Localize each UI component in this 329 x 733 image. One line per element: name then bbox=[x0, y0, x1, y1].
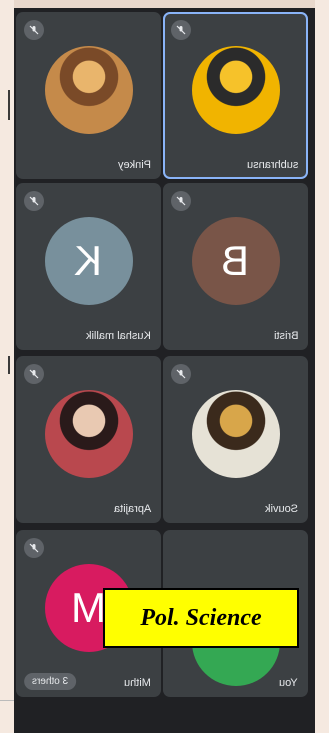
participant-avatar bbox=[191, 390, 280, 478]
participant-tile[interactable]: Pinkey bbox=[16, 12, 161, 179]
margin-mark bbox=[8, 90, 10, 120]
participant-tile[interactable]: Souvik bbox=[163, 356, 308, 523]
participant-avatar bbox=[44, 390, 133, 478]
participant-avatar bbox=[191, 46, 280, 134]
bottom-bar bbox=[0, 700, 315, 733]
subject-overlay-label: Pol. Science bbox=[103, 588, 299, 648]
left-margin bbox=[0, 0, 14, 733]
participant-avatar bbox=[44, 46, 133, 134]
mic-off-icon bbox=[171, 191, 191, 211]
avatar-letter: K bbox=[74, 237, 103, 284]
mic-off-icon bbox=[24, 538, 44, 558]
participant-name: Aprajita bbox=[113, 503, 151, 515]
mic-off-icon bbox=[171, 20, 191, 40]
divider-line bbox=[0, 700, 14, 701]
others-chip[interactable]: 3 others bbox=[24, 673, 77, 690]
mic-off-icon bbox=[24, 191, 44, 211]
participant-name: Pinkey bbox=[117, 159, 151, 171]
mic-off-icon bbox=[24, 364, 44, 384]
participant-name: Bristi bbox=[273, 330, 298, 342]
avatar-letter: B bbox=[221, 237, 250, 284]
margin-mark bbox=[8, 356, 10, 374]
participant-name: subhransu bbox=[246, 159, 298, 171]
participant-tile[interactable]: B Bristi bbox=[163, 183, 308, 350]
participant-name: Souvik bbox=[264, 503, 298, 515]
participant-avatar: K bbox=[44, 217, 133, 305]
avatar-letter: M bbox=[71, 584, 106, 631]
top-edge bbox=[14, 0, 315, 8]
mic-off-icon bbox=[24, 20, 44, 40]
participant-tile-active[interactable]: subhransu bbox=[163, 12, 308, 179]
participant-avatar: B bbox=[191, 217, 280, 305]
participant-name: You bbox=[279, 677, 298, 689]
participant-tile[interactable]: Aprajita bbox=[16, 356, 161, 523]
mic-off-icon bbox=[171, 364, 191, 384]
participant-tile[interactable]: K Kushal mallik bbox=[16, 183, 161, 350]
right-margin bbox=[315, 0, 329, 733]
participant-name: Kushal mallik bbox=[86, 330, 151, 342]
participant-name: Mithu bbox=[124, 677, 151, 689]
